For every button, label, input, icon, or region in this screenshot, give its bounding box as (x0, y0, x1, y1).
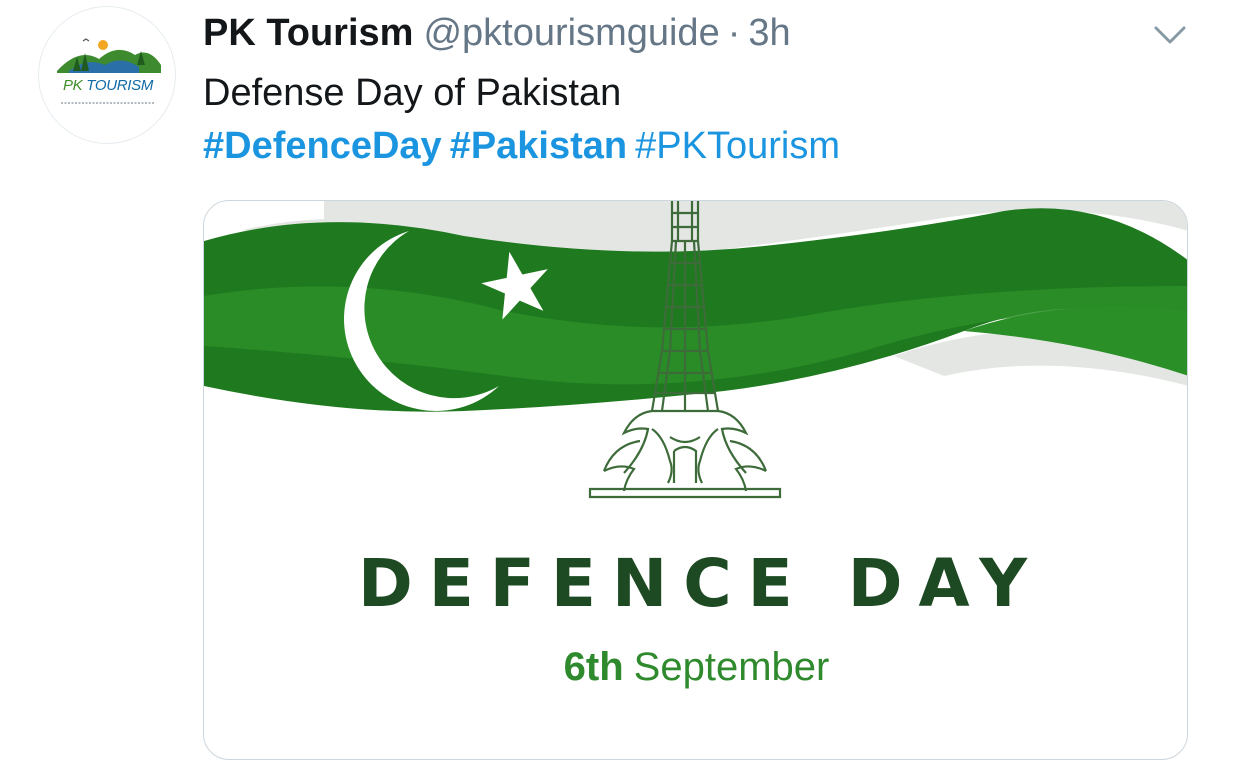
hashtag-pktourism[interactable]: #PKTourism (635, 125, 840, 167)
tweet-text: Defense Day of Pakistan (203, 72, 622, 114)
media-title: DEFENCE DAY (357, 545, 1044, 622)
tweet: PK TOURISM PK Tourism @pktourismguide · 3h … (0, 0, 1233, 760)
pk-tourism-logo-icon (57, 38, 161, 104)
tweet-header: PK Tourism @pktourismguide · 3h (203, 10, 791, 56)
separator-dot: · (727, 12, 741, 54)
avatar[interactable]: PK TOURISM (38, 6, 176, 144)
avatar-logo-text: PK TOURISM (62, 77, 154, 94)
display-name[interactable]: PK Tourism (203, 12, 413, 54)
tweet-media-image[interactable]: DEFENCE DAY 6th September (203, 200, 1188, 760)
tweet-timestamp[interactable]: 3h (748, 12, 790, 54)
chevron-down-icon[interactable] (1150, 18, 1190, 50)
hashtag-row: #DefenceDay #Pakistan #PKTourism (203, 123, 848, 169)
user-handle[interactable]: @pktourismguide (423, 12, 719, 54)
media-date: 6th September (563, 645, 830, 689)
hashtag-pakistan[interactable]: #Pakistan (450, 125, 627, 167)
hashtag-defenceday[interactable]: #DefenceDay (203, 125, 442, 167)
